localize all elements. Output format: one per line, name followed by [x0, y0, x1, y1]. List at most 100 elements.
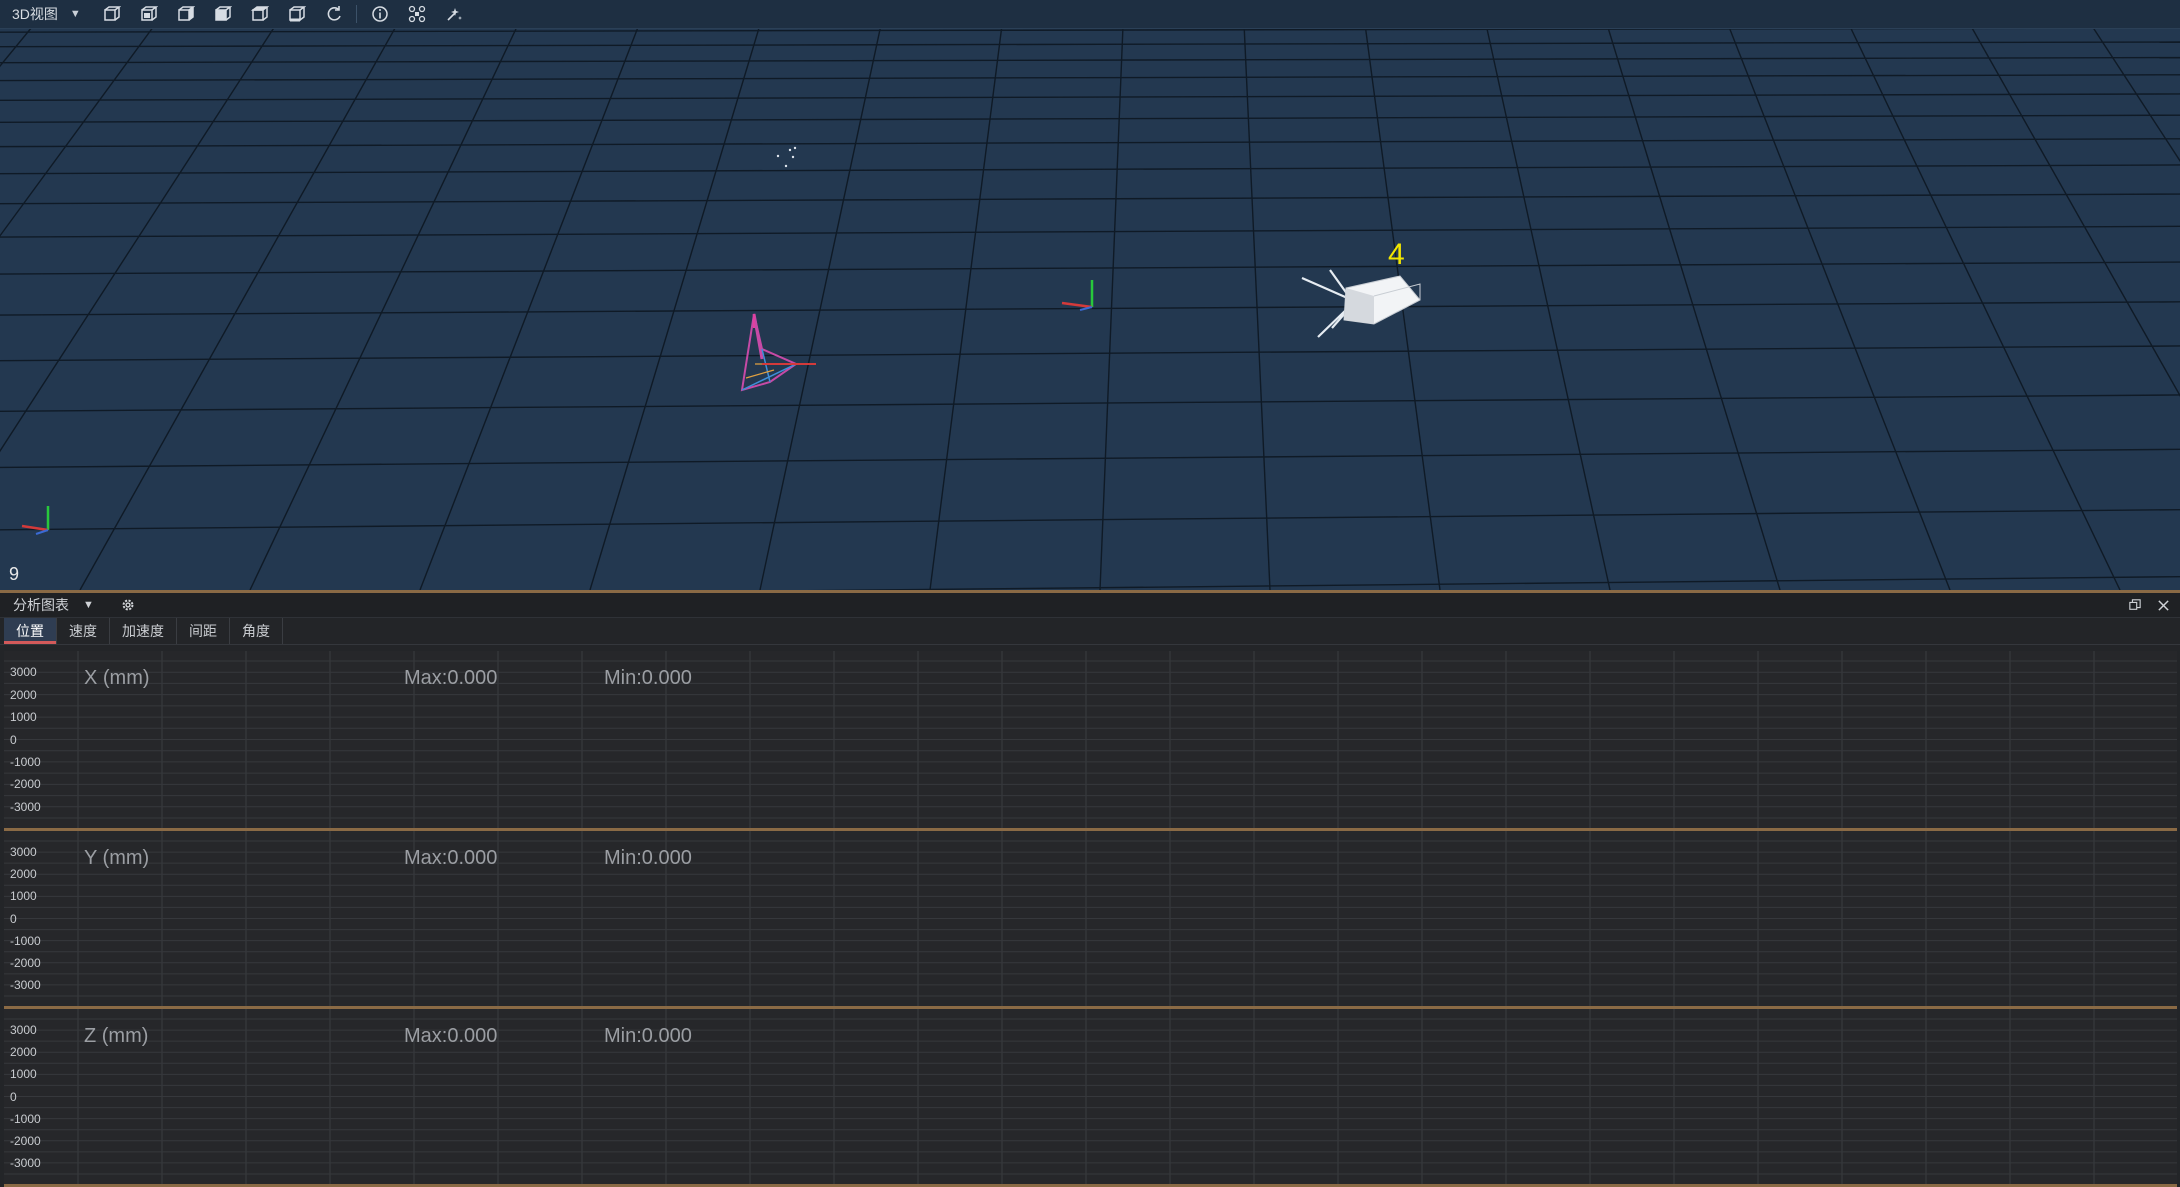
view-mode-label: 3D视图	[12, 6, 58, 22]
chart-y[interactable]: Y (mm) Max:0.000 Min:0.000 3000 2000 1000 0…	[4, 831, 2177, 1009]
y-tick-label: -2000	[10, 955, 41, 970]
reset-view-icon	[327, 6, 341, 21]
tab-acceleration[interactable]: 加速度	[110, 618, 177, 644]
grid-line	[0, 193, 2180, 205]
y-tick-label: 0	[10, 732, 17, 747]
grid-line	[0, 28, 275, 453]
y-tick-label: -2000	[10, 1133, 41, 1148]
top-view-icon	[250, 6, 269, 21]
y-tick-label: 2000	[10, 687, 37, 702]
chart-x[interactable]: X (mm) Max:0.000 Min:0.000 3000 2000 1000 0…	[4, 651, 2177, 831]
back-view-button[interactable]	[135, 0, 163, 28]
grid-line	[0, 28, 154, 237]
grid-line	[1486, 28, 1611, 590]
drone-icon	[408, 5, 425, 23]
y-tick-label: -1000	[10, 1111, 41, 1126]
grid-line	[2092, 28, 2180, 163]
chart-title: Y (mm)	[84, 847, 150, 869]
grid-line	[759, 28, 881, 590]
3d-viewport[interactable]: 3D视图 ▼ 4 9	[0, 0, 2180, 593]
right-view-button[interactable]	[209, 0, 237, 28]
grid-line	[0, 56, 2180, 64]
y-tick-label: 0	[10, 1089, 17, 1104]
chart-max-value: Max:0.000	[404, 1025, 498, 1047]
clear-trail-button[interactable]	[440, 0, 468, 28]
chart-max-value: Max:0.000	[404, 667, 498, 689]
ground-grid	[0, 28, 2180, 590]
tab-position[interactable]: 位置	[4, 618, 57, 644]
front-view-button[interactable]	[98, 0, 126, 28]
y-tick-label: 1000	[10, 1067, 37, 1082]
grid-line	[79, 28, 396, 590]
panel-mode-label: 分析图表	[13, 597, 69, 613]
app-window: 3D视图 ▼ 4 9 分析图表 ▼ 位置 速度 加速度 间距 角度 X (mm)…	[0, 0, 2180, 1187]
grid-line	[0, 41, 2180, 48]
front-view-icon	[104, 6, 121, 21]
panel-header: 分析图表 ▼	[0, 593, 2180, 618]
view-mode-select[interactable]: 3D视图 ▼	[0, 0, 89, 28]
chart-max-value: Max:0.000	[404, 847, 498, 869]
reset-view-button[interactable]	[320, 0, 348, 28]
y-tick-label: -1000	[10, 754, 41, 769]
left-view-button[interactable]	[172, 0, 200, 28]
drone-object[interactable]: 4	[1301, 238, 1421, 338]
y-tick-label: 0	[10, 911, 17, 926]
tab-angle[interactable]: 角度	[230, 618, 283, 644]
grid-line	[0, 225, 2180, 238]
grid-line	[1728, 28, 1951, 590]
y-tick-label: 1000	[10, 710, 37, 725]
grid-line	[0, 114, 2180, 123]
restore-button[interactable]	[2126, 596, 2144, 614]
point-cloud	[776, 146, 797, 168]
y-tick-label: 2000	[10, 867, 37, 882]
object-id-label: 4	[1388, 238, 1405, 271]
grid-line	[0, 74, 2180, 82]
grid-line	[589, 28, 760, 590]
bottom-view-button[interactable]	[283, 0, 311, 28]
grid-line	[0, 345, 2180, 362]
y-tick-label: 3000	[10, 845, 37, 860]
bottom-view-icon	[289, 6, 306, 22]
grid-line	[0, 394, 2180, 412]
settings-button[interactable]	[120, 596, 138, 614]
gear-icon	[122, 599, 134, 611]
clear-trail-icon	[447, 8, 462, 21]
top-view-button[interactable]	[246, 0, 274, 28]
grid-line	[0, 261, 2180, 275]
chevron-down-icon: ▼	[69, 8, 81, 20]
y-tick-label: -3000	[10, 977, 41, 992]
chart-z-plot	[4, 1009, 2177, 1184]
info-button[interactable]	[366, 0, 394, 28]
tab-velocity[interactable]: 速度	[57, 618, 110, 644]
grid-line	[1850, 28, 2121, 590]
chart-title: X (mm)	[84, 667, 150, 689]
chart-min-value: Min:0.000	[604, 667, 692, 689]
panel-window-controls	[2126, 596, 2172, 614]
chart-min-value: Min:0.000	[604, 1025, 692, 1047]
y-tick-label: 3000	[10, 665, 37, 680]
right-view-icon	[215, 6, 232, 21]
grid-line	[0, 448, 2180, 469]
chart-min-value: Min:0.000	[604, 847, 692, 869]
chart-x-plot	[4, 651, 2177, 828]
chart-z[interactable]: Z (mm) Max:0.000 Min:0.000 3000 2000 1000 0…	[4, 1009, 2177, 1187]
tab-spacing[interactable]: 间距	[177, 618, 230, 644]
3d-scene[interactable]: 4	[0, 28, 2180, 590]
back-view-icon	[141, 6, 158, 21]
close-button[interactable]	[2154, 596, 2172, 614]
panel-mode-select[interactable]: 分析图表 ▼	[0, 595, 102, 615]
drone-button[interactable]	[403, 0, 431, 28]
grid-line	[1243, 28, 1271, 590]
chart-title: Z (mm)	[84, 1025, 149, 1047]
chart-y-plot	[4, 831, 2177, 1006]
grid-line	[0, 138, 2180, 148]
grid-line	[807, 575, 2180, 590]
y-tick-label: -2000	[10, 777, 41, 792]
grid-line	[249, 28, 518, 590]
grid-line	[0, 93, 2180, 102]
grid-line	[0, 164, 2180, 175]
y-tick-label: -1000	[10, 933, 41, 948]
origin-axes	[1061, 280, 1094, 311]
grid-line	[1607, 28, 1781, 590]
toolbar-divider	[355, 5, 357, 23]
